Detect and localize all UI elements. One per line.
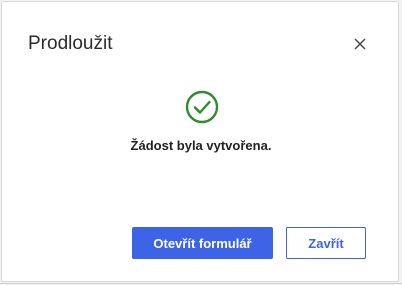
open-form-button[interactable]: Otevřít formulář (132, 227, 273, 259)
close-dialog-button[interactable]: Zavřít (286, 227, 366, 259)
success-message: Žádost byla vytvořena. (130, 138, 272, 153)
check-circle-icon (185, 90, 219, 124)
close-button[interactable] (349, 33, 371, 55)
close-icon (354, 38, 366, 50)
backdrop-divider (0, 283, 402, 284)
extend-dialog: Prodloužit Žádost byla vytvořena. Otevří… (1, 1, 399, 282)
dialog-title: Prodloužit (28, 33, 113, 54)
